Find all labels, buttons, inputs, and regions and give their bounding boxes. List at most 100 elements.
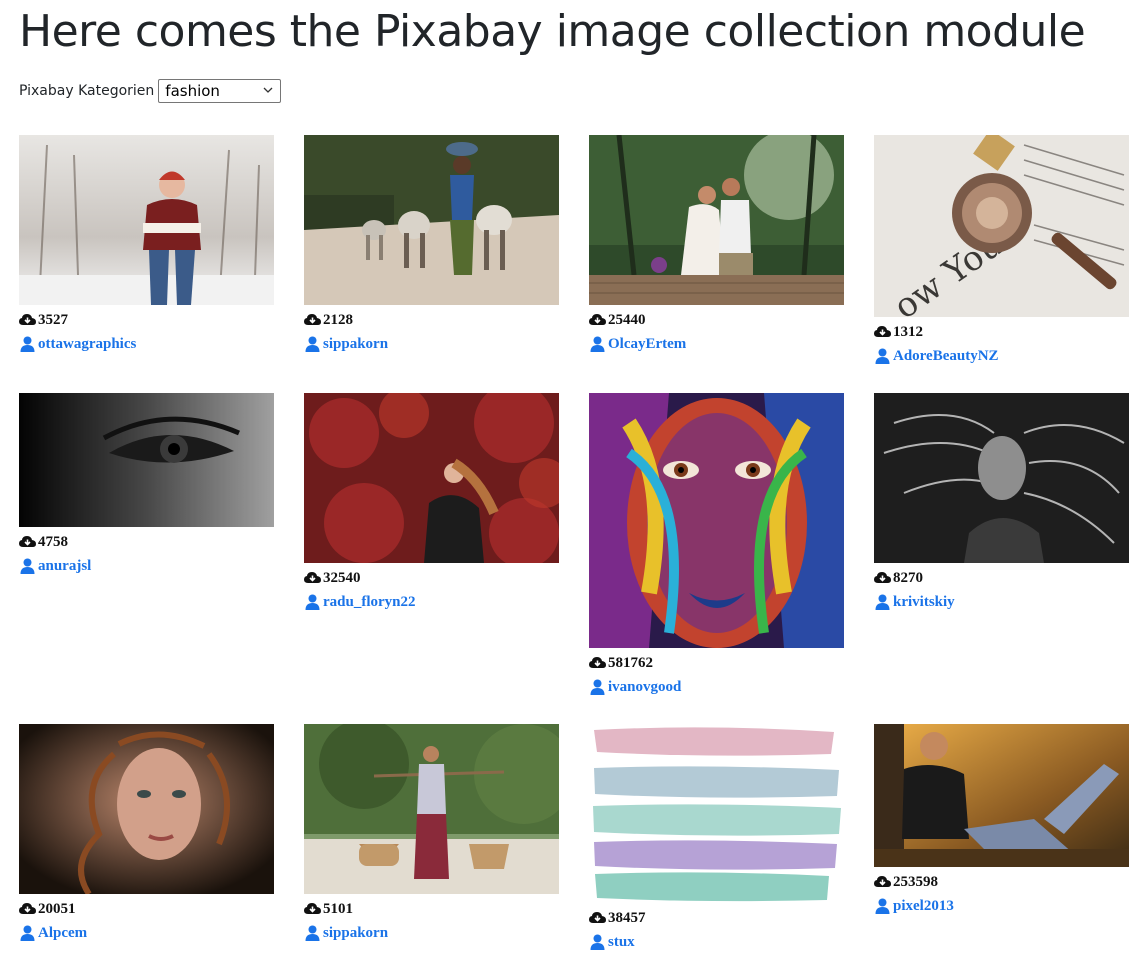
download-count: 253598 — [874, 870, 1129, 894]
user-link[interactable]: krivitskiy — [874, 590, 1129, 614]
user-icon — [20, 925, 35, 941]
user-link[interactable]: AdoreBeautyNZ — [874, 344, 1129, 368]
user-icon — [305, 594, 320, 610]
cloud-download-icon — [19, 314, 36, 325]
download-count-value: 1312 — [893, 324, 923, 340]
user-link[interactable]: pixel2013 — [874, 894, 1129, 918]
user-name: sippakorn — [323, 925, 389, 941]
user-name: radu_floryn22 — [323, 594, 416, 610]
user-name: sippakorn — [323, 336, 389, 352]
user-name: krivitskiy — [893, 594, 955, 610]
user-name: pixel2013 — [893, 898, 954, 914]
image-thumbnail[interactable] — [874, 393, 1129, 563]
category-select-value: fashion — [165, 82, 220, 100]
image-card: 5101 sippakorn — [304, 724, 559, 945]
cloud-download-icon — [874, 572, 891, 583]
user-link[interactable]: OlcayErtem — [589, 332, 844, 356]
download-count: 581762 — [589, 651, 844, 675]
image-thumbnail[interactable] — [19, 724, 274, 894]
image-thumbnail[interactable] — [304, 393, 559, 563]
user-link[interactable]: sippakorn — [304, 921, 559, 945]
image-card: 4758 anurajsl — [19, 393, 274, 578]
download-count-value: 5101 — [323, 901, 353, 917]
user-link[interactable]: ottawagraphics — [19, 332, 274, 356]
image-card: ow Your 1312 AdoreBeautyNZ — [874, 135, 1129, 368]
download-count-value: 4758 — [38, 534, 68, 550]
download-count: 20051 — [19, 897, 274, 921]
user-link[interactable]: Alpcem — [19, 921, 274, 945]
user-name: ivanovgood — [608, 679, 682, 695]
image-card: 8270 krivitskiy — [874, 393, 1129, 614]
user-name: anurajsl — [38, 558, 92, 574]
image-card: 32540 radu_floryn22 — [304, 393, 559, 614]
user-name: ottawagraphics — [38, 336, 137, 352]
user-link[interactable]: radu_floryn22 — [304, 590, 559, 614]
image-thumbnail[interactable]: ow Your — [874, 135, 1129, 317]
image-thumbnail[interactable] — [19, 393, 274, 527]
user-icon — [305, 925, 320, 941]
user-icon — [590, 336, 605, 352]
category-label: Pixabay Kategorien — [19, 83, 155, 99]
user-icon — [590, 679, 605, 695]
image-card: 25440 OlcayErtem — [589, 135, 844, 356]
download-count: 38457 — [589, 906, 844, 930]
download-count-value: 20051 — [38, 901, 76, 917]
category-select[interactable]: fashion — [158, 79, 282, 103]
image-thumbnail[interactable] — [19, 135, 274, 305]
download-count-value: 3527 — [38, 312, 68, 328]
user-icon — [875, 594, 890, 610]
download-count-value: 38457 — [608, 910, 646, 926]
user-name: stux — [608, 934, 635, 950]
user-name: Alpcem — [38, 925, 88, 941]
image-thumbnail[interactable] — [304, 724, 559, 894]
image-card: 2128 sippakorn — [304, 135, 559, 356]
download-count-value: 581762 — [608, 655, 653, 671]
user-icon — [20, 336, 35, 352]
image-card: 20051 Alpcem — [19, 724, 274, 945]
user-link[interactable]: sippakorn — [304, 332, 559, 356]
category-filter: Pixabay Kategorien fashion — [19, 79, 282, 103]
download-count-value: 25440 — [608, 312, 646, 328]
download-count: 32540 — [304, 566, 559, 590]
page-title: Here comes the Pixabay image collection … — [19, 6, 1086, 57]
download-count: 1312 — [874, 320, 1129, 344]
image-thumbnail[interactable] — [589, 393, 844, 648]
cloud-download-icon — [589, 912, 606, 923]
download-count-value: 253598 — [893, 874, 938, 890]
image-card: 38457 stux — [589, 724, 844, 954]
user-link[interactable]: anurajsl — [19, 554, 274, 578]
user-link[interactable]: stux — [589, 930, 844, 954]
download-count-value: 8270 — [893, 570, 923, 586]
user-name: AdoreBeautyNZ — [893, 348, 999, 364]
image-thumbnail[interactable] — [589, 724, 844, 903]
user-name: OlcayErtem — [608, 336, 687, 352]
user-icon — [590, 934, 605, 950]
cloud-download-icon — [19, 536, 36, 547]
cloud-download-icon — [874, 326, 891, 337]
user-link[interactable]: ivanovgood — [589, 675, 844, 699]
cloud-download-icon — [589, 314, 606, 325]
user-icon — [305, 336, 320, 352]
cloud-download-icon — [304, 903, 321, 914]
cloud-download-icon — [874, 876, 891, 887]
download-count: 4758 — [19, 530, 274, 554]
cloud-download-icon — [304, 314, 321, 325]
user-icon — [875, 898, 890, 914]
download-count-value: 32540 — [323, 570, 361, 586]
download-count: 25440 — [589, 308, 844, 332]
image-thumbnail[interactable] — [874, 724, 1129, 867]
cloud-download-icon — [304, 572, 321, 583]
chevron-down-icon — [263, 87, 273, 93]
cloud-download-icon — [19, 903, 36, 914]
user-icon — [20, 558, 35, 574]
image-card: 253598 pixel2013 — [874, 724, 1129, 918]
image-thumbnail[interactable] — [589, 135, 844, 305]
image-card: 3527 ottawagraphics — [19, 135, 274, 356]
image-thumbnail[interactable] — [304, 135, 559, 305]
download-count: 3527 — [19, 308, 274, 332]
cloud-download-icon — [589, 657, 606, 668]
user-icon — [875, 348, 890, 364]
download-count: 8270 — [874, 566, 1129, 590]
download-count-value: 2128 — [323, 312, 353, 328]
download-count: 2128 — [304, 308, 559, 332]
